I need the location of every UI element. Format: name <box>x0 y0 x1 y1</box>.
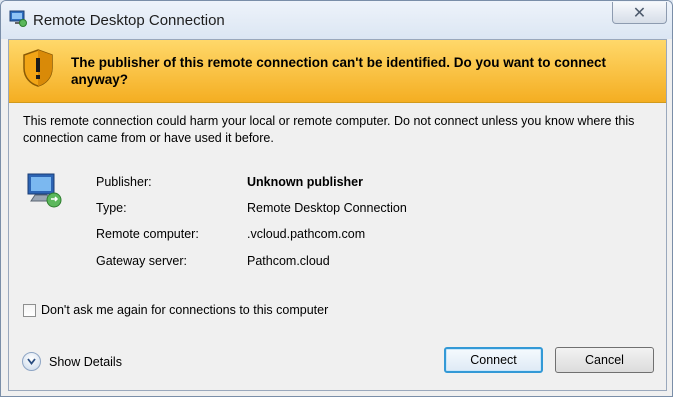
show-details-toggle[interactable]: Show Details <box>22 352 122 371</box>
expand-chevron-icon[interactable] <box>22 352 41 371</box>
type-value: Remote Desktop Connection <box>247 201 407 215</box>
chevron-down-icon <box>27 358 36 365</box>
description-text: This remote connection could harm your l… <box>23 114 635 145</box>
warning-message: The publisher of this remote connection … <box>71 55 606 87</box>
remote-desktop-icon <box>9 10 27 27</box>
publisher-value: Unknown publisher <box>247 175 363 189</box>
close-icon: ✕ <box>632 4 647 22</box>
dialog-content: The publisher of this remote connection … <box>8 39 667 391</box>
close-button[interactable]: ✕ <box>612 2 667 24</box>
warning-shield-icon <box>23 49 53 87</box>
gateway-server-label: Gateway server: <box>96 254 188 268</box>
connect-button[interactable]: Connect <box>444 347 543 373</box>
publisher-label: Publisher: <box>96 175 152 189</box>
show-details-label[interactable]: Show Details <box>49 355 122 369</box>
gateway-server-value: Pathcom.cloud <box>247 254 330 268</box>
dont-ask-again-option[interactable]: Don't ask me again for connections to th… <box>23 303 328 317</box>
dont-ask-again-checkbox[interactable] <box>23 303 36 317</box>
remote-computer-value: .vcloud.pathcom.com <box>247 227 366 241</box>
dialog-window: Remote Desktop Connection ✕ The publishe… <box>0 0 673 397</box>
dont-ask-again-label[interactable]: Don't ask me again for connections to th… <box>41 303 328 317</box>
cancel-button[interactable]: Cancel <box>555 347 654 373</box>
warning-banner: The publisher of this remote connection … <box>9 40 666 103</box>
computer-icon <box>27 173 62 208</box>
remote-computer-label: Remote computer: <box>96 227 199 241</box>
type-label: Type: <box>96 201 127 215</box>
window-title: Remote Desktop Connection <box>33 12 225 29</box>
title-bar[interactable]: Remote Desktop Connection ✕ <box>1 1 672 39</box>
